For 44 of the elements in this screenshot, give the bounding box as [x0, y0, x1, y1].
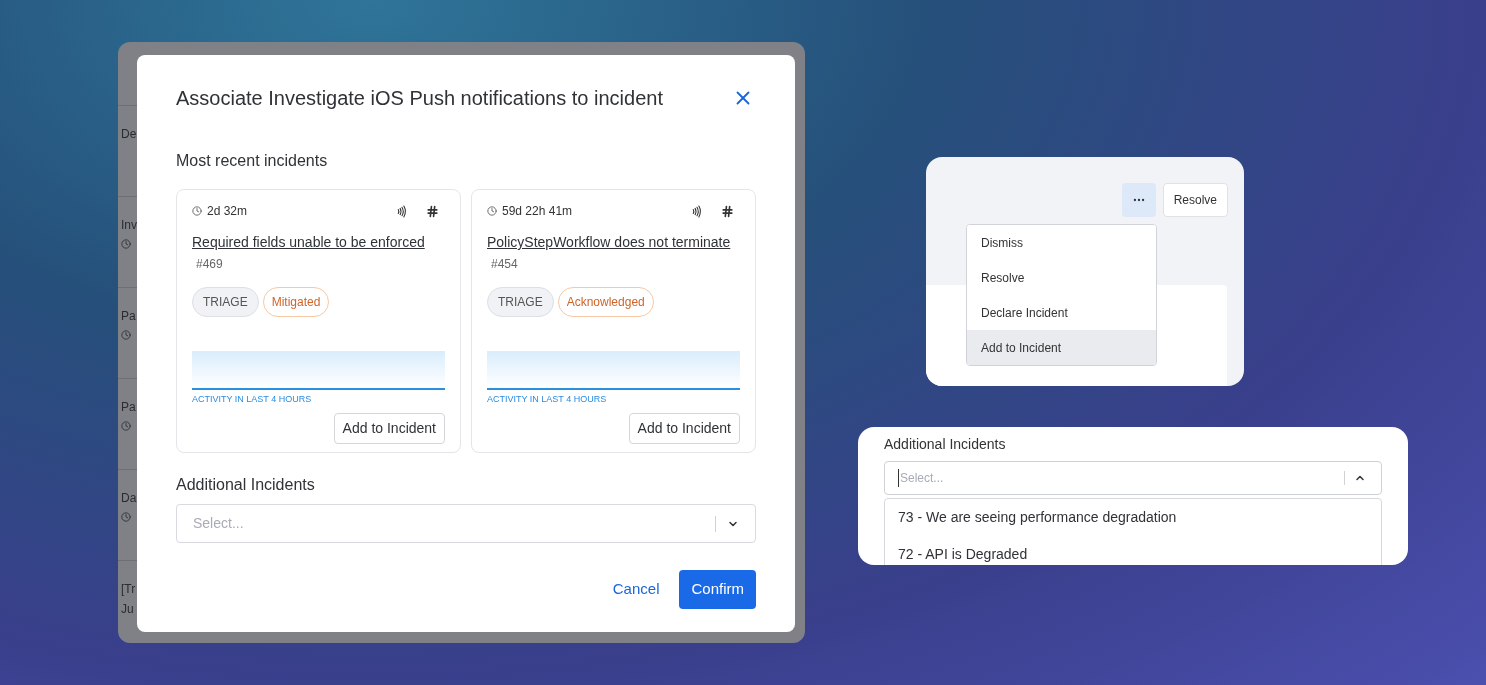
incident-age: 59d 22h 41m — [502, 203, 573, 220]
activity-label: ACTIVITY IN LAST 4 HOURS — [192, 393, 313, 406]
hash-icon — [426, 204, 439, 218]
select-input[interactable]: Select... — [193, 513, 715, 534]
hash-icon — [721, 204, 734, 218]
incident-number: #454 — [491, 256, 519, 273]
section-title: Most recent incidents — [176, 151, 329, 171]
add-to-incident-button[interactable]: Add to Incident — [333, 413, 445, 444]
incident-number: #469 — [196, 256, 224, 273]
clock-icon — [121, 421, 131, 431]
field-label: Additional Incidents — [884, 435, 1007, 454]
cancel-button[interactable]: Cancel — [612, 578, 660, 601]
field-label: Additional Incidents — [176, 475, 316, 495]
clock-icon — [121, 330, 131, 340]
clock-icon — [192, 206, 202, 216]
row-title: [Tr — [121, 583, 137, 595]
resolve-button[interactable]: Resolve — [1162, 183, 1228, 217]
row-title: Pa — [121, 310, 137, 322]
option-item[interactable]: 72 - API is Degraded — [885, 536, 1381, 565]
option-item[interactable]: 73 - We are seeing performance degradation — [885, 499, 1381, 536]
row-title: Da — [121, 492, 137, 504]
row-subtitle: Ju — [121, 603, 135, 615]
row-title: De — [121, 128, 137, 140]
select-field[interactable]: Select... — [884, 461, 1382, 495]
clock-icon — [487, 206, 497, 216]
activity-label: ACTIVITY IN LAST 4 HOURS — [487, 393, 608, 406]
status-tag: Acknowledged — [557, 287, 654, 317]
phase-tag: TRIAGE — [192, 287, 259, 317]
menu-item[interactable]: Add to Incident — [967, 330, 1156, 365]
confirm-button[interactable]: Confirm — [679, 570, 756, 609]
incident-age: 2d 32m — [207, 203, 248, 220]
row-title: Inv — [121, 219, 137, 231]
select-field[interactable]: Select... — [176, 504, 756, 543]
add-to-incident-button[interactable]: Add to Incident — [628, 413, 740, 444]
clock-icon — [121, 512, 131, 522]
signal-waves-icon — [395, 204, 408, 218]
clock-icon — [121, 239, 131, 249]
incident-title-link[interactable]: PolicyStepWorkflow does not terminate — [487, 232, 740, 253]
incident-title-link[interactable]: Required fields unable to be enforced — [192, 232, 445, 253]
signal-waves-icon — [690, 204, 703, 218]
phase-tag: TRIAGE — [487, 287, 554, 317]
row-title: Pa — [121, 401, 137, 413]
dialog-title: Associate Investigate iOS Push notifications to incident — [176, 86, 663, 111]
status-tag: Mitigated — [262, 287, 330, 317]
